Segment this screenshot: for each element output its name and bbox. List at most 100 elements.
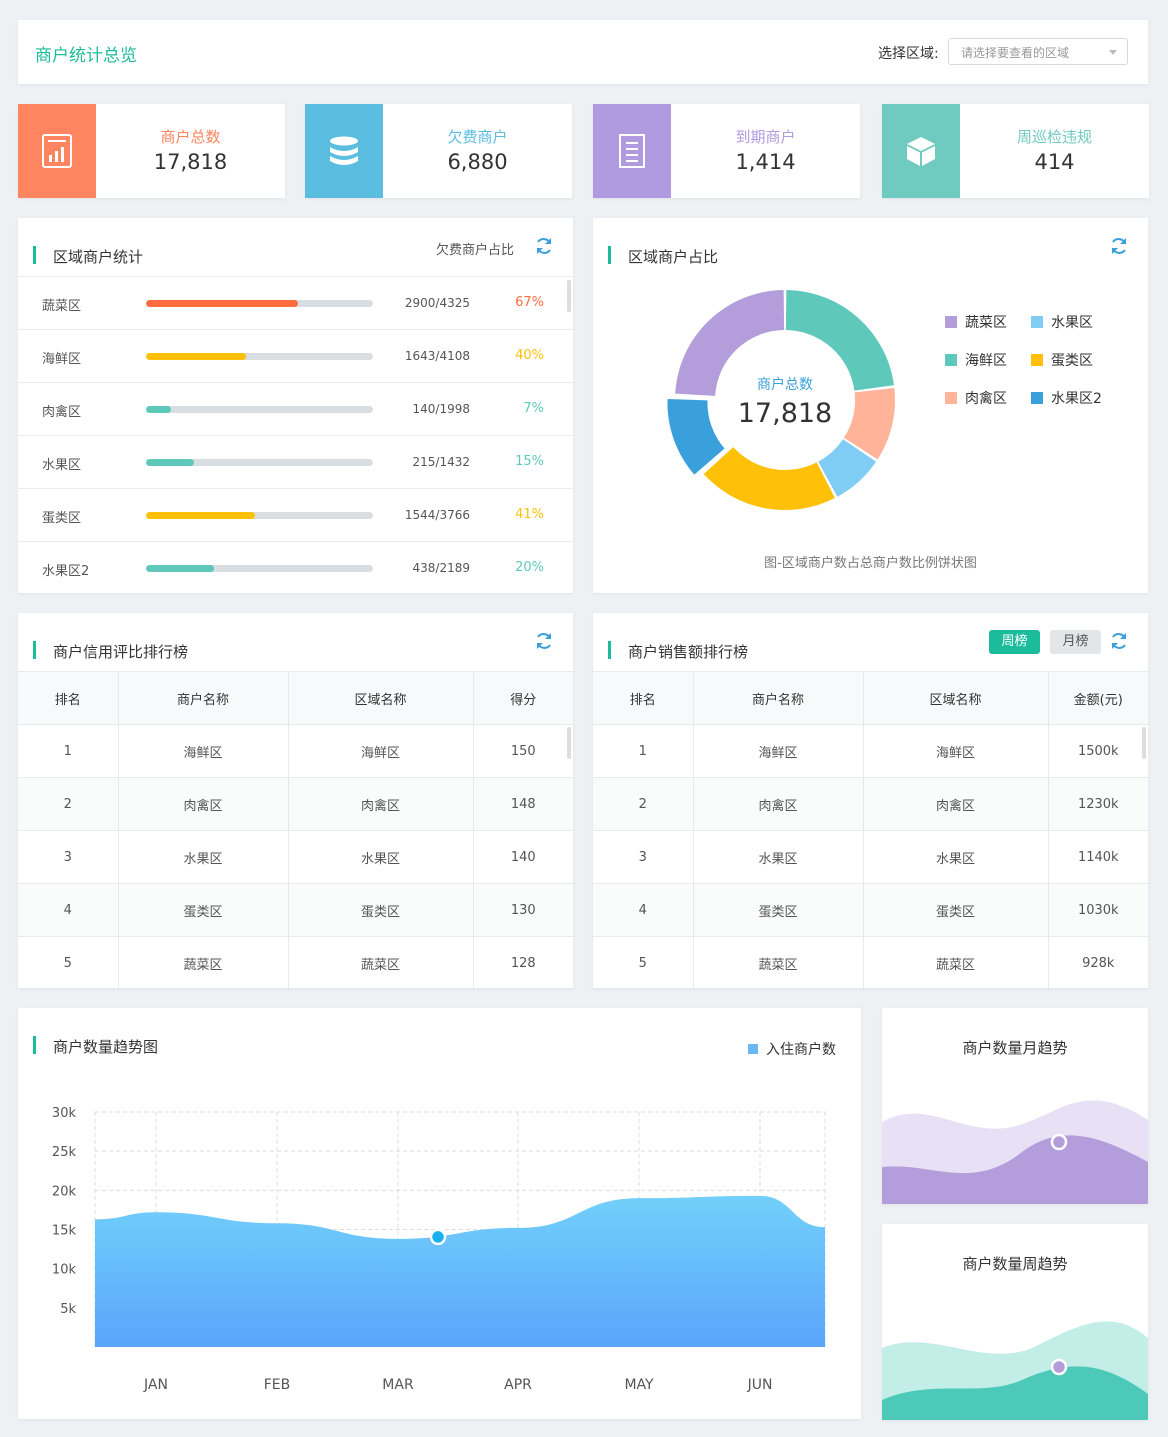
legend-swatch [1031,354,1043,366]
region-name: 水果区2 [42,564,90,579]
table-cell: 3 [593,830,694,884]
column-header[interactable]: 区域名称 [862,671,1049,725]
panel-title: 商户数量周趋势 [962,1255,1068,1273]
scrollbar[interactable] [567,727,571,759]
table-cell: 1 [18,724,119,778]
table-cell: 蔬菜区 [862,936,1049,990]
table-row[interactable]: 5 蔬菜区 蔬菜区 928k [593,936,1148,990]
column-header[interactable]: 区域名称 [287,671,474,725]
title-accent-bar [608,641,611,659]
table-row[interactable]: 4 蛋类区 蛋类区 130 [18,883,573,937]
column-header[interactable]: 商户名称 [692,671,864,725]
scrollbar[interactable] [1142,727,1146,759]
progress-track [146,406,373,413]
table-row[interactable]: 5 蔬菜区 蔬菜区 128 [18,936,573,990]
scrollbar[interactable] [567,280,571,312]
region-count: 1643/4108 [404,349,470,363]
stat-value: 17,818 [153,150,228,174]
progress-track [146,300,373,307]
legend-label: 蔬菜区 [965,315,1007,331]
stat-label: 周巡检违规 [1016,128,1092,146]
region-name: 肉禽区 [42,405,82,420]
table-cell: 蔬菜区 [287,936,474,990]
progress-fill [146,512,255,519]
table-cell: 蔬菜区 [117,936,289,990]
table-cell: 肉禽区 [287,777,474,831]
column-header[interactable]: 金额(元) [1047,671,1148,725]
table-cell: 128 [472,936,573,990]
region-percent: 15% [515,454,544,469]
table-row[interactable]: 2 肉禽区 肉禽区 148 [18,777,573,831]
refresh-icon[interactable] [534,631,554,651]
table-cell: 水果区 [692,830,864,884]
panel-title: 区域商户统计 [53,248,144,266]
column-header[interactable]: 得分 [472,671,573,725]
data-point-marker[interactable] [429,1228,447,1246]
y-tick-label: 30k [52,1106,77,1121]
stat-card-total-merchants: 商户总数 17,818 [18,104,285,198]
donut-slice[interactable] [703,447,835,510]
y-tick-label: 15k [52,1224,77,1239]
legend-item[interactable]: 蛋类区 [1031,350,1093,370]
table-cell: 1500k [1047,724,1148,778]
stat-value: 1,414 [735,150,796,174]
region-name: 蛋类区 [42,511,82,526]
progress-track [146,565,373,572]
table-cell: 海鲜区 [117,724,289,778]
stat-card-arrears-merchants: 欠费商户 6,880 [305,104,572,198]
refresh-icon[interactable] [534,236,554,256]
column-header[interactable]: 排名 [593,671,694,725]
legend-item[interactable]: 水果区2 [1031,388,1102,408]
tab-monthly[interactable]: 月榜 [1050,630,1101,654]
credit-rank-panel: 商户信用评比排行榜 排名 商户名称 区域名称 得分 1 海鲜区 海鲜区 150 2 肉禽区… [18,613,573,990]
column-header[interactable]: 排名 [18,671,119,725]
legend-item[interactable]: 海鲜区 [945,350,1007,370]
region-count: 215/1432 [412,455,471,469]
table-cell: 水果区 [287,830,474,884]
tab-weekly[interactable]: 周榜 [989,630,1040,654]
column-header[interactable]: 商户名称 [117,671,289,725]
stat-card-expired-merchants: 到期商户 1,414 [593,104,860,198]
region-stat-row: 蔬菜区 2900/4325 67% [18,276,573,329]
region-stat-row: 水果区 215/1432 15% [18,435,573,488]
panel-title: 商户数量月趋势 [962,1039,1068,1057]
table-cell: 蛋类区 [862,883,1049,937]
x-tick-label: MAR [382,1377,414,1393]
table-row[interactable]: 2 肉禽区 肉禽区 1230k [593,777,1148,831]
legend-item[interactable]: 水果区 [1031,312,1093,332]
table-row[interactable]: 1 海鲜区 海鲜区 150 [18,724,573,778]
y-tick-label: 25k [52,1145,77,1160]
region-count: 1544/3766 [404,508,470,522]
region-select[interactable]: 请选择要查看的区域 [948,38,1128,65]
weekly-wave-chart [882,1321,1148,1420]
progress-fill [146,300,299,307]
merchant-trend-panel: 商户数量趋势图 入住商户数 5k 10k 15k 20k 25k 30k JAN FEB MAR… [18,1008,861,1419]
table-cell: 蛋类区 [287,883,474,937]
table-cell: 148 [472,777,573,831]
table-row[interactable]: 3 水果区 水果区 1140k [593,830,1148,884]
table-row[interactable]: 4 蛋类区 蛋类区 1030k [593,883,1148,937]
refresh-icon[interactable] [1109,631,1129,651]
wave-marker [1050,1133,1068,1151]
y-tick-label: 10k [52,1263,77,1278]
donut-center-value: 17,818 [737,398,833,429]
table-row[interactable]: 1 海鲜区 海鲜区 1500k [593,724,1148,778]
progress-fill [146,353,246,360]
title-accent-bar [33,246,36,264]
legend-label: 水果区2 [1051,391,1102,407]
table-cell: 5 [18,936,119,990]
table-cell: 蛋类区 [117,883,289,937]
table-row[interactable]: 3 水果区 水果区 140 [18,830,573,884]
legend-swatch [945,392,957,404]
page-header: 商户统计总览 选择区域: 请选择要查看的区域 [18,20,1148,84]
table-cell: 1140k [1047,830,1148,884]
table-cell: 肉禽区 [117,777,289,831]
region-count: 438/2189 [412,561,471,575]
table-cell: 2 [593,777,694,831]
legend-item[interactable]: 蔬菜区 [945,312,1007,332]
table-cell: 1 [593,724,694,778]
table-cell: 1230k [1047,777,1148,831]
stat-label: 商户总数 [160,128,221,146]
table-cell: 肉禽区 [862,777,1049,831]
legend-item[interactable]: 肉禽区 [945,388,1007,408]
